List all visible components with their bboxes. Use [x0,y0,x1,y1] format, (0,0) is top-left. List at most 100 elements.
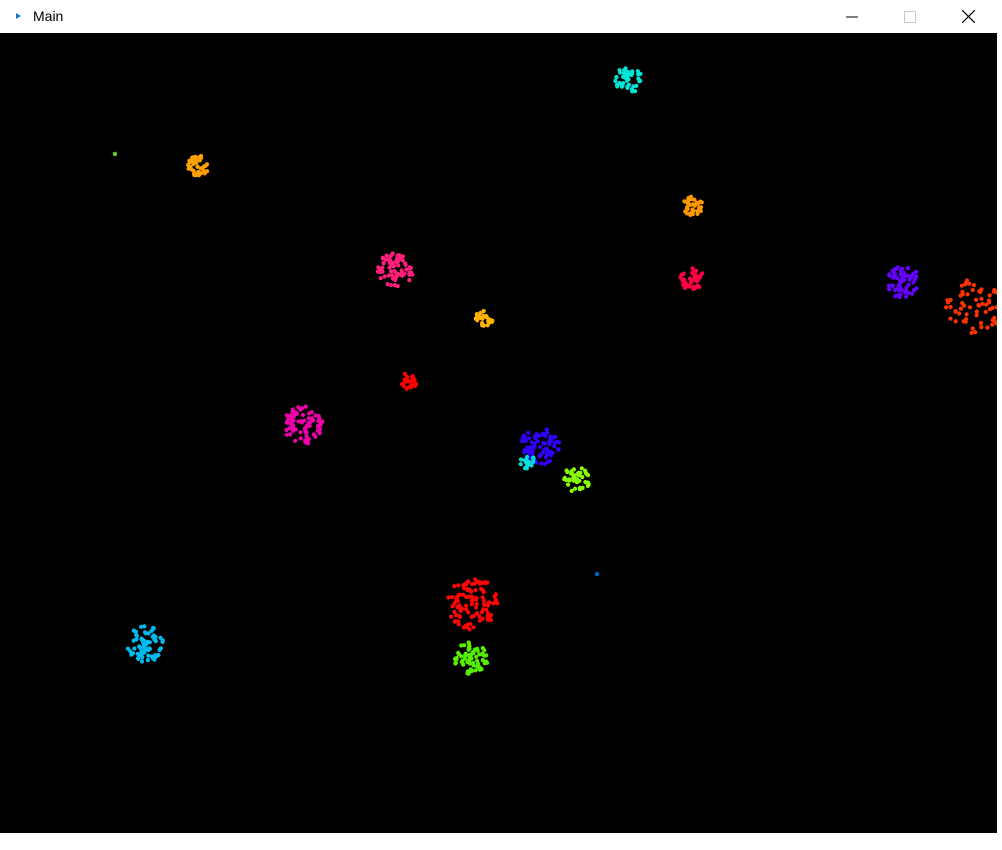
particle [284,420,289,425]
particle [980,301,985,307]
particle [527,436,532,441]
particle [948,316,953,321]
particle [288,415,293,420]
particle-canvas[interactable] [0,33,997,833]
particle [480,323,485,328]
particle [518,457,524,462]
particle-cluster [886,265,919,300]
particle [474,313,480,319]
particle [973,297,979,302]
particle [293,427,298,432]
particle [491,601,496,606]
particle [585,473,591,478]
particle [315,423,320,428]
particle [900,277,906,282]
particle [983,309,988,314]
particle [284,432,289,437]
particle [396,263,401,268]
particle [465,669,470,674]
particle [530,451,535,456]
particle-cluster [125,624,165,664]
particle [402,371,407,376]
app-icon [16,13,21,19]
particle [464,581,469,586]
particle [990,318,995,323]
maximize-button[interactable] [881,0,939,33]
particle [470,581,475,587]
particle-cluster [446,577,500,632]
particle [479,586,484,592]
particle [395,258,400,263]
particle [495,601,500,606]
particle [202,171,207,176]
particle [541,449,546,454]
particle [532,434,537,439]
particle [133,629,139,635]
particle [970,287,975,293]
particle [160,638,165,643]
particle [695,211,700,216]
particle [691,286,696,292]
particle [973,330,978,335]
particle [380,265,385,270]
particle [287,426,292,431]
particle [466,594,471,599]
particle [944,305,949,310]
particle [396,253,401,258]
particle [963,282,968,287]
particle [569,469,574,474]
particle [978,320,984,326]
particle [191,169,196,174]
particle [298,430,303,435]
minimize-button[interactable] [823,0,881,33]
particle [958,293,963,298]
close-button[interactable] [939,0,997,33]
particle [147,646,152,652]
particle [143,639,148,645]
particle [141,644,146,649]
particle [562,477,567,482]
particle [904,288,909,294]
particle [453,660,458,666]
particle [293,438,298,443]
particle [466,658,471,663]
particle-cluster [186,153,210,178]
particle [692,197,697,202]
particle [188,164,193,170]
particle [532,442,537,447]
particle [467,587,472,592]
particle [128,649,133,654]
particle [479,667,484,672]
particle [680,278,685,283]
particle-cluster [944,278,997,335]
title-bar[interactable]: Main [0,0,1002,33]
particle [618,70,623,75]
particle [467,643,472,649]
particle-cluster [112,151,118,157]
particle [391,276,396,281]
particle [482,601,487,607]
particle [629,87,635,92]
particle [389,283,394,288]
particle [146,653,151,658]
particle [293,410,299,415]
particle [900,266,905,271]
particle [381,261,386,266]
particle [399,268,404,273]
particle [898,272,904,277]
particle-cluster [375,251,415,289]
particle [614,75,619,80]
particle [698,199,703,204]
particle [473,588,478,593]
particle [964,312,969,317]
particle [636,72,641,77]
particle [469,668,475,674]
particle [298,436,303,441]
particle-cluster [678,266,705,292]
particle [401,383,406,388]
particle [583,479,588,485]
particle [463,651,468,656]
particle [544,427,549,432]
particle [615,84,620,89]
particle [452,584,457,589]
